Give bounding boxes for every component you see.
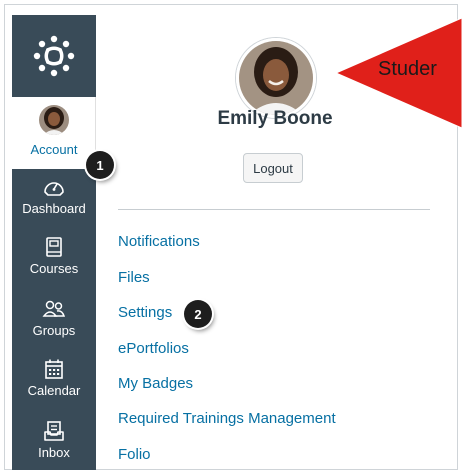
divider bbox=[118, 209, 430, 210]
callout-1: 1 bbox=[86, 151, 114, 179]
sidebar-item-inbox[interactable]: Inbox bbox=[12, 415, 96, 471]
sidebar-item-account[interactable]: Account bbox=[12, 97, 96, 169]
sidebar-item-label: Dashboard bbox=[22, 201, 86, 216]
link-folio[interactable]: Folio bbox=[118, 446, 151, 463]
sidebar-item-calendar[interactable]: Calendar bbox=[12, 353, 96, 409]
sidebar-item-label: Account bbox=[30, 142, 78, 157]
global-navigation: Account Dashboard Courses Groups Calenda… bbox=[12, 15, 96, 470]
sidebar-item-label: Groups bbox=[32, 323, 76, 338]
sidebar-item-label: Courses bbox=[29, 261, 79, 276]
link-eportfolios[interactable]: ePortfolios bbox=[118, 340, 189, 357]
canvas-logo-icon bbox=[33, 35, 75, 77]
sidebar-item-label: Calendar bbox=[27, 383, 81, 398]
link-settings[interactable]: Settings bbox=[118, 304, 172, 321]
logout-button[interactable]: Logout bbox=[243, 153, 303, 183]
sidebar-item-dashboard[interactable]: Dashboard bbox=[12, 171, 96, 227]
sidebar-item-label: Inbox bbox=[38, 445, 70, 460]
groups-icon bbox=[42, 300, 66, 317]
link-notifications[interactable]: Notifications bbox=[118, 233, 200, 250]
profile-avatar bbox=[236, 38, 316, 118]
calendar-icon bbox=[45, 359, 63, 379]
account-avatar bbox=[39, 105, 69, 135]
callout-2: 2 bbox=[184, 300, 212, 328]
canvas-logo[interactable] bbox=[12, 15, 96, 97]
sidebar-item-courses[interactable]: Courses bbox=[12, 231, 96, 287]
courses-icon bbox=[46, 237, 62, 257]
inbox-icon bbox=[44, 421, 64, 441]
sidebar-item-groups[interactable]: Groups bbox=[12, 293, 96, 349]
dashboard-icon bbox=[44, 182, 64, 196]
link-required-trainings[interactable]: Required Trainings Management bbox=[118, 410, 336, 427]
profile-name: Emily Boone bbox=[217, 108, 333, 129]
arrow-callout-text: Studer bbox=[378, 58, 437, 80]
link-my-badges[interactable]: My Badges bbox=[118, 375, 193, 392]
link-files[interactable]: Files bbox=[118, 269, 150, 286]
